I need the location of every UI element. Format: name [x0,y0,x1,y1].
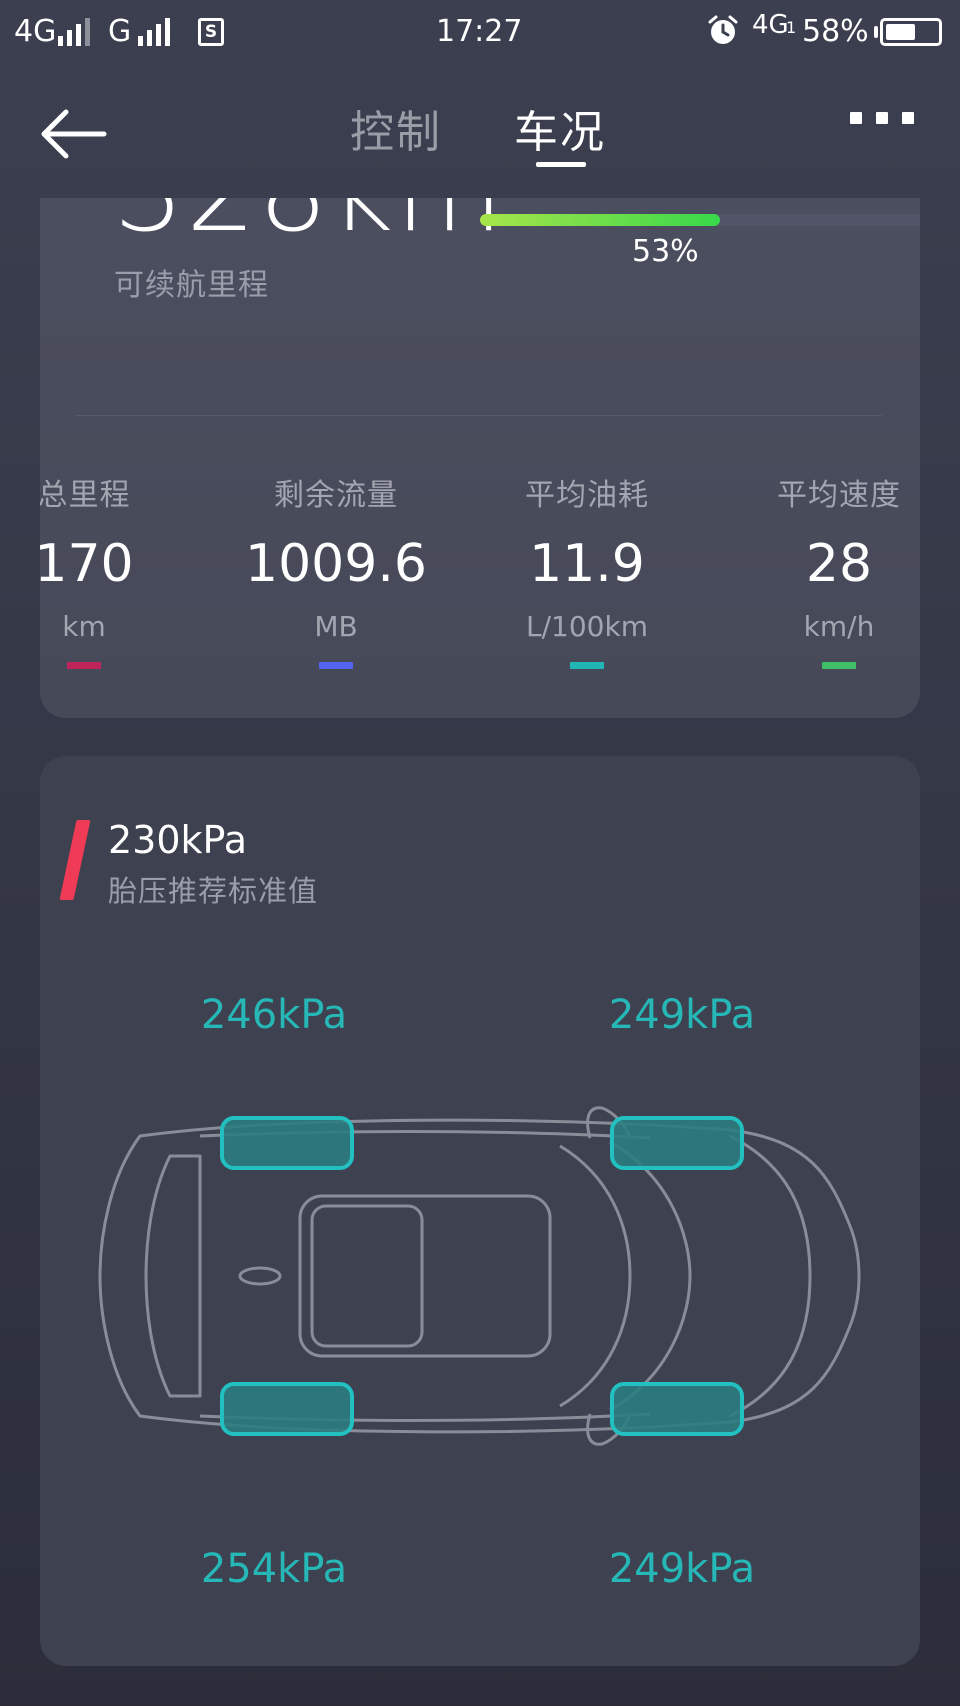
tire-rear-right-icon [610,1382,744,1436]
recommended-pressure-label: 胎压推荐标准值 [108,874,319,908]
stat-average-fuel: 平均油耗 11.9 L/100km [487,470,687,669]
battery-percent: 58% [802,14,869,49]
alarm-icon [708,15,738,44]
stat-value: 170 [40,534,134,594]
stat-remaining-data: 剩余流量 1009.6 MB [236,470,436,669]
stat-total-mileage: 总里程 170 km [40,470,184,669]
fuel-percent: 53% [632,234,699,269]
stat-unit: L/100km [526,610,648,643]
signal-icon-2 [138,18,170,46]
status-bar: 4G G S 17:27 4G 1 58% [0,0,960,70]
header: 控制 车况 [0,70,960,198]
vehicle-summary-card: 328km 可续航里程 53% 总里程 170 km 剩余流量 1009.6 M… [40,198,920,718]
tire-pressure-card: 230kPa 胎压推荐标准值 246kPa 249kPa 254kPa 249k… [40,756,920,1666]
tire-rear-left-pressure: 254kPa [200,1546,348,1592]
stat-unit: km/h [803,610,875,643]
car-top-view-diagram [98,1106,861,1446]
range-label: 可续航里程 [114,268,269,303]
divider [76,415,882,416]
stat-color-mark [822,662,856,669]
stat-color-mark [67,662,101,669]
recommended-pressure-value: 230kPa [108,818,248,862]
stat-label: 平均油耗 [525,478,649,513]
fuel-progress-fill [480,214,720,226]
tire-front-right-pressure: 249kPa [608,992,756,1038]
clock: 17:27 [436,14,523,49]
stat-label: 平均速度 [777,478,901,513]
network-type-1: 4G [14,14,57,49]
battery-icon [880,18,942,46]
network-type-2: G [108,14,132,49]
stat-average-speed: 平均速度 28 km/h [739,470,920,669]
active-tab-indicator [536,162,586,167]
tab-control[interactable]: 控制 [350,96,442,160]
tire-front-left-pressure: 246kPa [200,992,348,1038]
tire-rear-right-pressure: 249kPa [608,1546,756,1592]
stat-color-mark [570,662,604,669]
stat-value: 11.9 [529,534,645,594]
stat-value: 28 [805,534,873,594]
range-value: 328km [114,198,505,256]
sim-icon: S [198,18,224,46]
tire-rear-left-icon [220,1382,354,1436]
stat-color-mark [319,662,353,669]
stat-label: 总里程 [40,478,131,513]
stat-unit: MB [314,610,358,643]
tire-front-left-icon [220,1116,354,1170]
back-arrow-icon[interactable] [38,106,108,162]
more-icon[interactable] [850,112,914,124]
fuel-progress-bar [480,214,920,226]
stat-unit: km [62,610,106,643]
stat-value: 1009.6 [245,534,427,594]
signal-icon [58,18,90,46]
network-type-3: 4G [752,10,789,40]
tab-vehicle-status[interactable]: 车况 [514,96,606,160]
stat-label: 剩余流量 [274,478,398,513]
accent-bar [59,820,91,900]
tire-front-right-icon [610,1116,744,1170]
battery-tip [874,26,878,38]
network-sim-index: 1 [786,18,797,37]
